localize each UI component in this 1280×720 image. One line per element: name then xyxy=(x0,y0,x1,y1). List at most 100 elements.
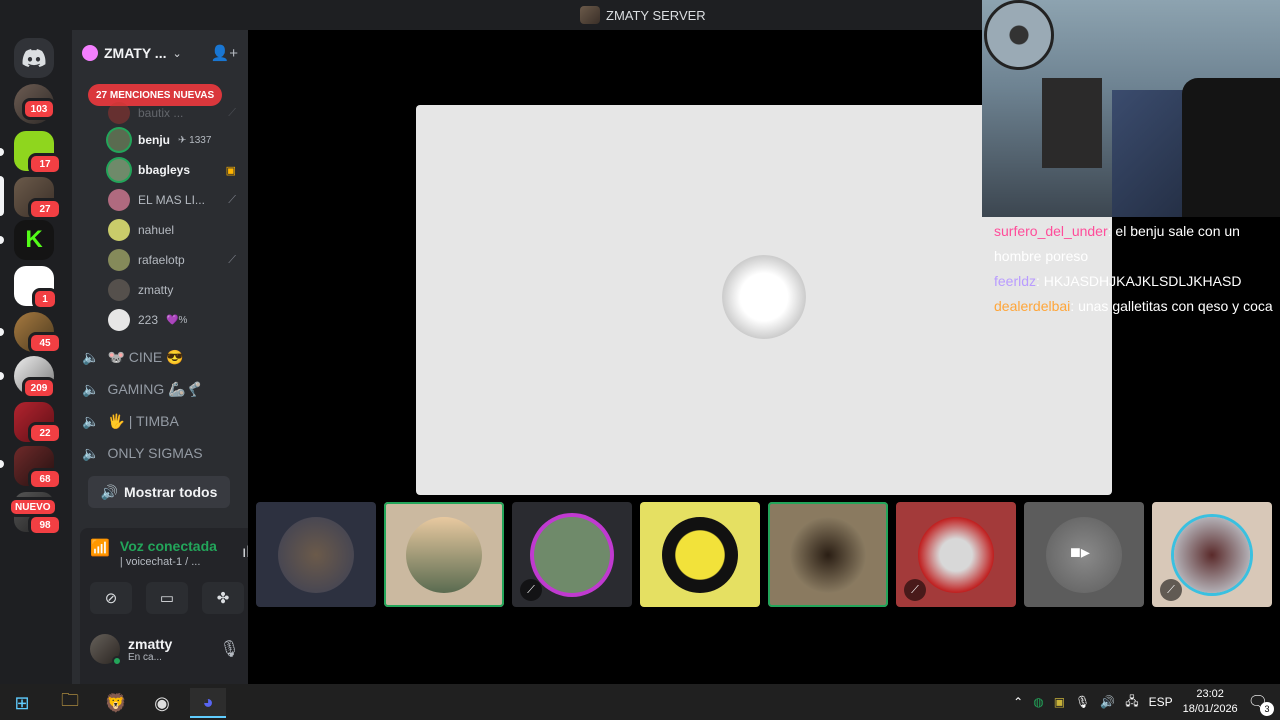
unread-badge: 103 xyxy=(22,98,56,120)
unread-pill xyxy=(0,372,4,380)
windows-start-icon[interactable]: ⊞ xyxy=(4,688,40,718)
voice-user-name: bbagleys xyxy=(138,163,191,177)
server-name: ZMATY ... xyxy=(104,45,167,61)
participant-tile[interactable]: ■▸ xyxy=(1024,502,1144,607)
voice-user-name: nahuel xyxy=(138,223,175,237)
channel-sidebar: ZMATY ... ⌄ 👤+ 27 MENCIONES NUEVAS bauti… xyxy=(72,30,312,706)
avatar xyxy=(406,516,482,593)
server-rail: 103 17 27 K 1 45 209 22 68 NUEVO 98 xyxy=(0,30,72,684)
avatar xyxy=(278,516,354,593)
show-all-label: Mostrar todos xyxy=(124,484,218,500)
speaker-locked-icon: 🔈 xyxy=(82,444,100,461)
deafened-icon: ⟋ xyxy=(904,579,926,601)
network-icon[interactable]: 🖧 xyxy=(1125,692,1138,713)
discord-taskbar-icon[interactable]: ◕ xyxy=(190,688,226,718)
language-indicator[interactable]: ESP xyxy=(1149,695,1173,709)
voice-status[interactable]: 📶 Voz conectada | voicechat-1 / ... xyxy=(90,538,217,568)
avatar xyxy=(108,189,130,211)
avatar xyxy=(108,102,130,124)
server-boost-icon xyxy=(82,45,98,61)
avatar[interactable] xyxy=(90,634,122,666)
participant-tile[interactable] xyxy=(384,502,504,607)
participant-tiles: ⟋ ⟋ ■▸ ⟋ xyxy=(256,502,1272,607)
volume-icon[interactable]: 🔊 xyxy=(1100,695,1115,709)
tray-app-icon[interactable]: ◍ xyxy=(1033,695,1043,709)
participant-tile[interactable]: ⟋ xyxy=(896,502,1016,607)
participant-tile[interactable]: ⟋ xyxy=(512,502,632,607)
chevron-down-icon: ⌄ xyxy=(172,47,182,60)
show-all-button[interactable]: 🔊 Mostrar todos xyxy=(88,476,230,508)
voice-user[interactable]: 223 💜% xyxy=(108,307,236,333)
voice-channel-timba[interactable]: 🔈 🖐 | TIMBA xyxy=(82,407,179,435)
avatar xyxy=(108,159,130,181)
chat-text: : HKJASDHJKAJKLSDLJKHASD xyxy=(1036,273,1242,289)
user-status: En ca... xyxy=(128,651,162,663)
add-member-icon[interactable]: 👤+ xyxy=(211,44,238,62)
voice-user[interactable]: rafaelotp ⟋ xyxy=(108,247,236,273)
webcam-desk xyxy=(1042,78,1102,168)
participant-tile[interactable] xyxy=(256,502,376,607)
unread-badge: 27 xyxy=(28,198,62,220)
discord-home-icon[interactable] xyxy=(14,38,54,78)
chat-username: dealerdelbai xyxy=(994,298,1071,314)
voice-channel-only-sigmas[interactable]: 🔈 ONLY SIGMAS xyxy=(82,439,203,467)
clock[interactable]: 23:02 18/01/2026 xyxy=(1183,687,1238,717)
unread-pill xyxy=(0,460,4,468)
voice-user-name: bautix ... xyxy=(138,106,184,120)
participant-tile[interactable] xyxy=(640,502,760,607)
avatar xyxy=(108,129,130,151)
unread-badge: 45 xyxy=(28,332,62,354)
brave-browser-icon[interactable]: 🦁 xyxy=(98,688,134,718)
mic-muted-icon: ⟋ xyxy=(228,106,236,119)
username: zmatty xyxy=(128,635,173,652)
voice-channel-gaming[interactable]: 🔈 GAMING 🦾🦿 xyxy=(82,375,203,403)
voice-user[interactable]: bbagleys ▣ xyxy=(108,157,236,183)
microphone-icon[interactable]: 🎙 xyxy=(1075,695,1090,709)
notifications-icon[interactable]: 🗨 3 xyxy=(1248,692,1274,716)
clock-date: 18/01/2026 xyxy=(1182,703,1238,715)
voice-user[interactable]: benju ✈ 1337 xyxy=(108,127,236,153)
voice-user-name: zmatty xyxy=(138,283,174,297)
tray-app-icon[interactable]: ▣ xyxy=(1054,695,1065,709)
voice-user-name: benju xyxy=(138,133,170,147)
avatar xyxy=(534,516,610,593)
voice-channel-label: | voicechat-1 / ... xyxy=(119,556,201,568)
activities-button[interactable]: ✤ xyxy=(202,582,244,614)
avatar xyxy=(108,249,130,271)
user-tag: 💜% xyxy=(166,314,188,326)
mic-muted-icon: ⟋ xyxy=(1160,579,1182,601)
unread-badge: 209 xyxy=(22,377,56,399)
unread-badge: 22 xyxy=(28,422,62,444)
screen-share-button[interactable]: ▭ xyxy=(146,582,188,614)
chat-text: : unas galletitas con qeso y coca xyxy=(1070,298,1273,314)
voice-user[interactable]: EL MAS LI... ⟋ xyxy=(108,187,236,213)
user-tag: ✈ 1337 xyxy=(178,134,212,146)
speaker-icon: 🔊 xyxy=(100,483,119,500)
speaker-icon: 🔈 xyxy=(82,348,100,365)
avatar xyxy=(108,279,130,301)
participant-tile[interactable] xyxy=(768,502,888,607)
webcam-overlay xyxy=(982,0,1280,217)
voice-user[interactable]: zmatty xyxy=(108,277,236,303)
mic-muted-icon: ⟋ xyxy=(520,579,542,601)
voice-connected-label: Voz conectada xyxy=(119,538,217,554)
activity-icon: ▣ xyxy=(225,164,236,177)
chevron-up-icon[interactable]: ⌃ xyxy=(1013,695,1023,709)
server-header[interactable]: ZMATY ... ⌄ 👤+ xyxy=(72,30,248,76)
obs-icon[interactable]: ◉ xyxy=(144,688,180,718)
unread-pill xyxy=(0,148,4,156)
microphone-icon[interactable]: 🎙 xyxy=(219,639,239,659)
voice-user[interactable]: bautix ... ⟋ xyxy=(108,100,236,126)
participant-tile[interactable]: ⟋ xyxy=(1152,502,1272,607)
kick-icon[interactable]: K xyxy=(14,220,54,260)
channel-label: 🖐 | TIMBA xyxy=(107,412,179,429)
voice-channel-cine[interactable]: 🔈 🐭 CINE 😎 xyxy=(82,343,184,371)
avatar xyxy=(662,516,738,593)
unread-pill xyxy=(0,236,4,244)
voice-user-name: rafaelotp xyxy=(138,253,185,267)
voice-user[interactable]: nahuel xyxy=(108,217,236,243)
voice-user-name: EL MAS LI... xyxy=(138,193,205,207)
file-explorer-icon[interactable]: 🗀 xyxy=(52,688,88,718)
camera-off-button[interactable]: ⊘ xyxy=(90,582,132,614)
unread-badge: 98 xyxy=(28,514,62,536)
